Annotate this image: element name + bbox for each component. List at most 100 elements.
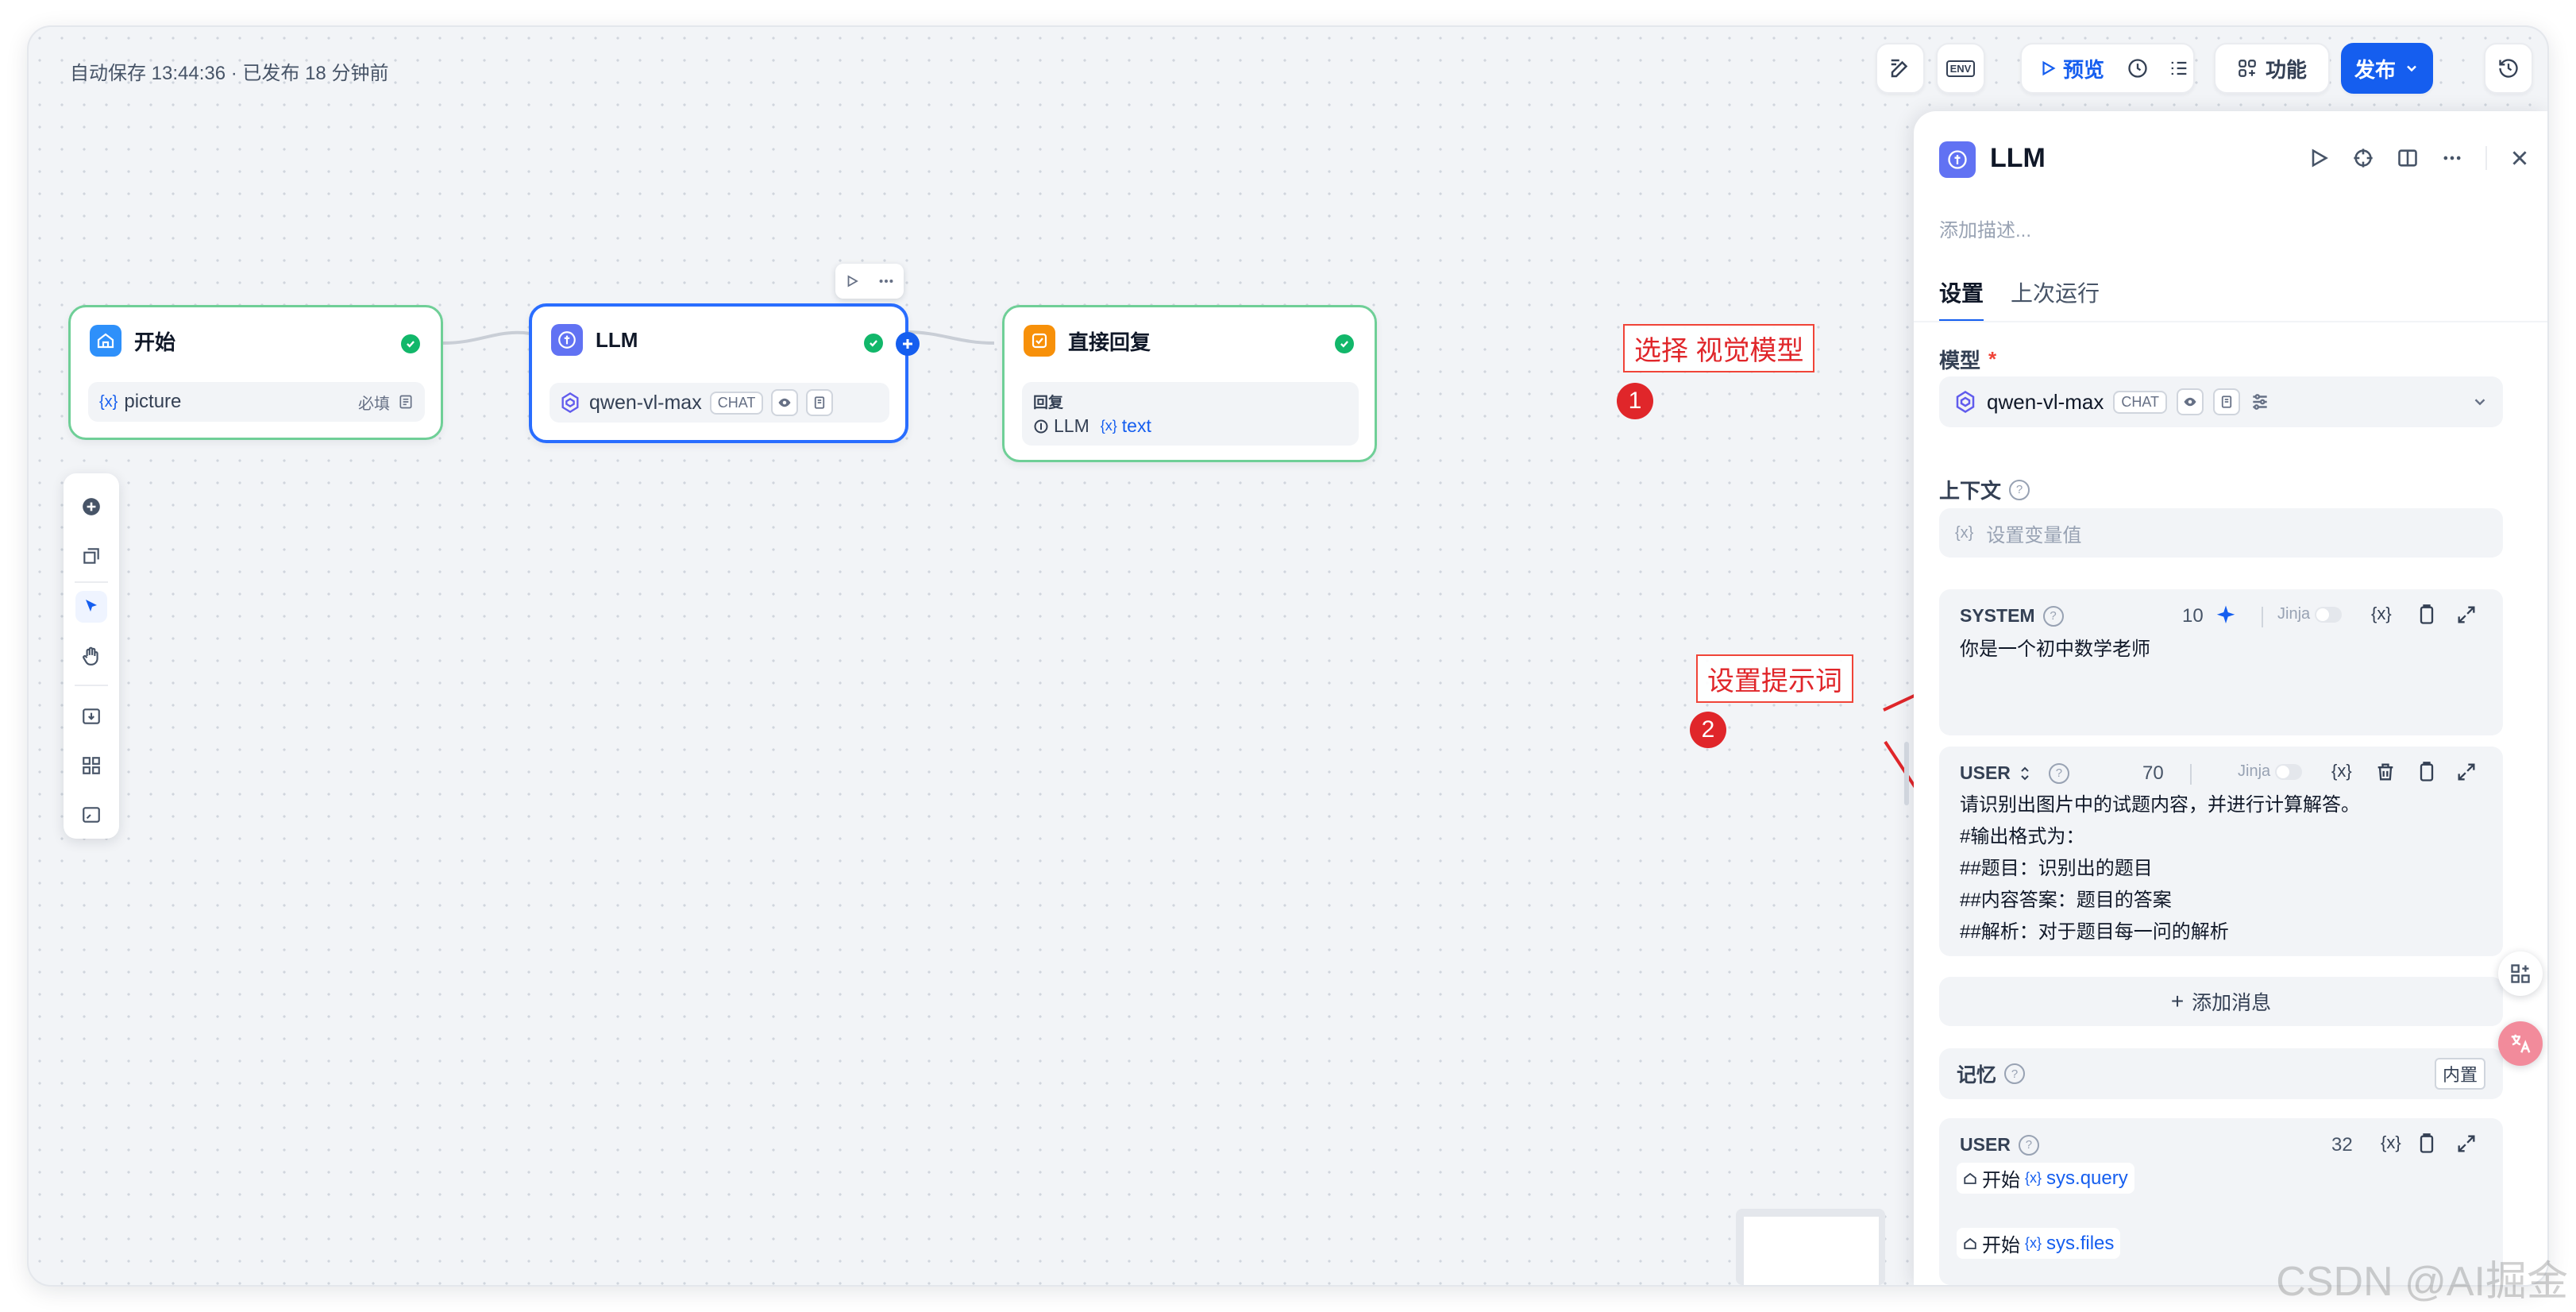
- memory-user-role-label: USER ?: [1960, 1134, 2039, 1156]
- floating-translate-button[interactable]: [2498, 1021, 2543, 1066]
- pointer-mode-icon[interactable]: [75, 591, 107, 623]
- minimap-toggle-icon[interactable]: [75, 799, 107, 831]
- model-params-icon[interactable]: [2250, 392, 2270, 412]
- llm-node[interactable]: LLM qwen-vl-max CHAT: [529, 264, 920, 443]
- tab-settings[interactable]: 设置: [1939, 276, 1984, 322]
- user-prompt-text[interactable]: 请识别出图片中的试题内容，并进行计算解答。 #输出格式为： ##题目：识别出的题目 #…: [1960, 789, 2360, 948]
- panel-resize-handle[interactable]: [1904, 742, 1909, 805]
- annotation-number-1: 1: [1617, 383, 1653, 419]
- env-icon: ENV: [1945, 60, 1976, 77]
- checklist-icon[interactable]: [2168, 57, 2190, 79]
- divider: [2262, 607, 2263, 627]
- model-label: 模型 *: [1939, 347, 1997, 372]
- minimap-viewport: [1744, 1217, 1879, 1285]
- llm-model-row[interactable]: qwen-vl-max CHAT: [550, 383, 889, 423]
- expand-icon[interactable]: [2455, 1133, 2478, 1155]
- add-node-handle[interactable]: [896, 332, 920, 356]
- copy-icon[interactable]: [2416, 1133, 2438, 1155]
- insert-variable-icon[interactable]: {x}: [2331, 761, 2352, 781]
- panel-title: LLM: [1990, 143, 2046, 173]
- system-prompt-text[interactable]: 你是一个初中数学老师: [1960, 634, 2150, 666]
- user-token-count: 70: [2142, 762, 2164, 784]
- version-history-button[interactable]: [2484, 43, 2533, 94]
- memory-section[interactable]: 记忆 ? 内置: [1939, 1048, 2503, 1099]
- home-icon: [90, 325, 121, 357]
- model-selector[interactable]: qwen-vl-max CHAT: [1939, 376, 2503, 427]
- export-image-icon[interactable]: [75, 700, 107, 732]
- variable-icon: {x}: [2025, 1170, 2042, 1186]
- help-icon[interactable]: ?: [2048, 762, 2069, 784]
- context-label: 上下文 ?: [1939, 475, 2030, 504]
- more-icon[interactable]: [2441, 147, 2463, 169]
- success-check-icon: [401, 334, 420, 353]
- model-name: qwen-vl-max: [1987, 389, 2104, 414]
- chat-badge: CHAT: [2113, 390, 2168, 414]
- features-button[interactable]: 功能: [2214, 43, 2330, 94]
- close-icon[interactable]: [2509, 148, 2530, 168]
- organize-blocks-icon[interactable]: [75, 750, 107, 781]
- start-var-row: {x} picture 必填: [88, 382, 425, 422]
- llm-icon: [1939, 141, 1976, 178]
- user-prompt-block[interactable]: USER ? 70 Jinja {x} 请识别出图片中的试题内容，并进行计算解答…: [1939, 747, 2503, 956]
- help-icon[interactable]: ?: [2009, 479, 2030, 500]
- system-prompt-block[interactable]: SYSTEM ? 10 Jinja {x} 你是一个初中数学老师: [1939, 589, 2503, 735]
- watermark: CSDN @AI掘金: [2276, 1259, 2568, 1305]
- help-icon[interactable]: ?: [2004, 1063, 2026, 1084]
- add-block-icon[interactable]: [75, 491, 107, 523]
- node-hover-toolbar: [835, 264, 904, 299]
- run-step-icon[interactable]: [2308, 147, 2330, 169]
- context-variable-input[interactable]: {x} 设置变量值: [1939, 508, 2503, 558]
- insert-variable-icon[interactable]: {x}: [2381, 1133, 2401, 1153]
- copy-icon[interactable]: [2416, 604, 2438, 626]
- reply-icon: [1024, 325, 1055, 357]
- env-button[interactable]: ENV: [1936, 43, 1985, 94]
- run-history-icon[interactable]: [2127, 57, 2149, 79]
- toggle-switch[interactable]: [2315, 606, 2343, 623]
- hand-mode-icon[interactable]: [75, 640, 107, 672]
- add-message-button[interactable]: + 添加消息: [1939, 977, 2503, 1026]
- llm-model-name: qwen-vl-max: [589, 391, 702, 414]
- preview-button[interactable]: 预览: [2039, 54, 2104, 83]
- home-icon: [1964, 1172, 1976, 1184]
- split-view-icon[interactable]: [2397, 147, 2419, 169]
- start-node-header: 开始: [90, 325, 175, 357]
- direct-reply-node[interactable]: 直接回复 回复 LLM {x} text: [1002, 305, 1377, 462]
- expand-icon[interactable]: [2455, 761, 2478, 783]
- insert-variable-icon[interactable]: {x}: [2371, 604, 2392, 624]
- help-icon[interactable]: ?: [2018, 1134, 2039, 1156]
- more-icon[interactable]: [877, 272, 895, 290]
- required-mark: *: [1988, 347, 1997, 371]
- app-window: 自动保存 13:44:36 · 已发布 18 分钟前 ENV 预览 功能 发布: [29, 27, 2547, 1285]
- ai-generate-icon[interactable]: [2214, 604, 2238, 627]
- start-node[interactable]: 开始 {x} picture 必填: [68, 305, 443, 440]
- apps-add-icon: [2511, 964, 2530, 983]
- minimap[interactable]: [1736, 1209, 1885, 1285]
- toolbar-divider: [75, 685, 108, 686]
- qwen-logo-icon: [1956, 391, 1975, 413]
- delete-icon[interactable]: [2374, 761, 2397, 783]
- run-node-icon[interactable]: [845, 274, 859, 288]
- description-input[interactable]: 添加描述...: [1939, 214, 2031, 242]
- add-note-icon[interactable]: [75, 540, 107, 572]
- tab-last-run[interactable]: 上次运行: [2011, 276, 2100, 322]
- checklist-button[interactable]: [1876, 43, 1925, 94]
- toggle-switch[interactable]: [2275, 763, 2303, 780]
- vision-icon: [771, 389, 799, 416]
- variable-icon: {x}: [1955, 523, 1974, 542]
- reply-label: 回复: [1033, 395, 1064, 411]
- history-icon: [2499, 59, 2518, 78]
- locate-icon[interactable]: [2352, 147, 2374, 169]
- help-icon[interactable]: ?: [2042, 605, 2064, 627]
- chat-badge: CHAT: [709, 391, 764, 415]
- publish-button[interactable]: 发布: [2341, 43, 2433, 94]
- reply-node-header: 直接回复: [1024, 325, 1151, 357]
- jinja-toggle[interactable]: Jinja: [2277, 605, 2343, 623]
- jinja-toggle[interactable]: Jinja: [2238, 762, 2303, 781]
- floating-apps-button[interactable]: [2498, 951, 2543, 996]
- expand-icon[interactable]: [2455, 604, 2478, 626]
- copy-icon[interactable]: [2416, 761, 2438, 783]
- toolbar-divider: [75, 581, 108, 583]
- user-role-label[interactable]: USER ?: [1960, 762, 2069, 784]
- play-icon: [2042, 60, 2056, 76]
- annotation-set-prompt: 设置提示词: [1696, 654, 1853, 703]
